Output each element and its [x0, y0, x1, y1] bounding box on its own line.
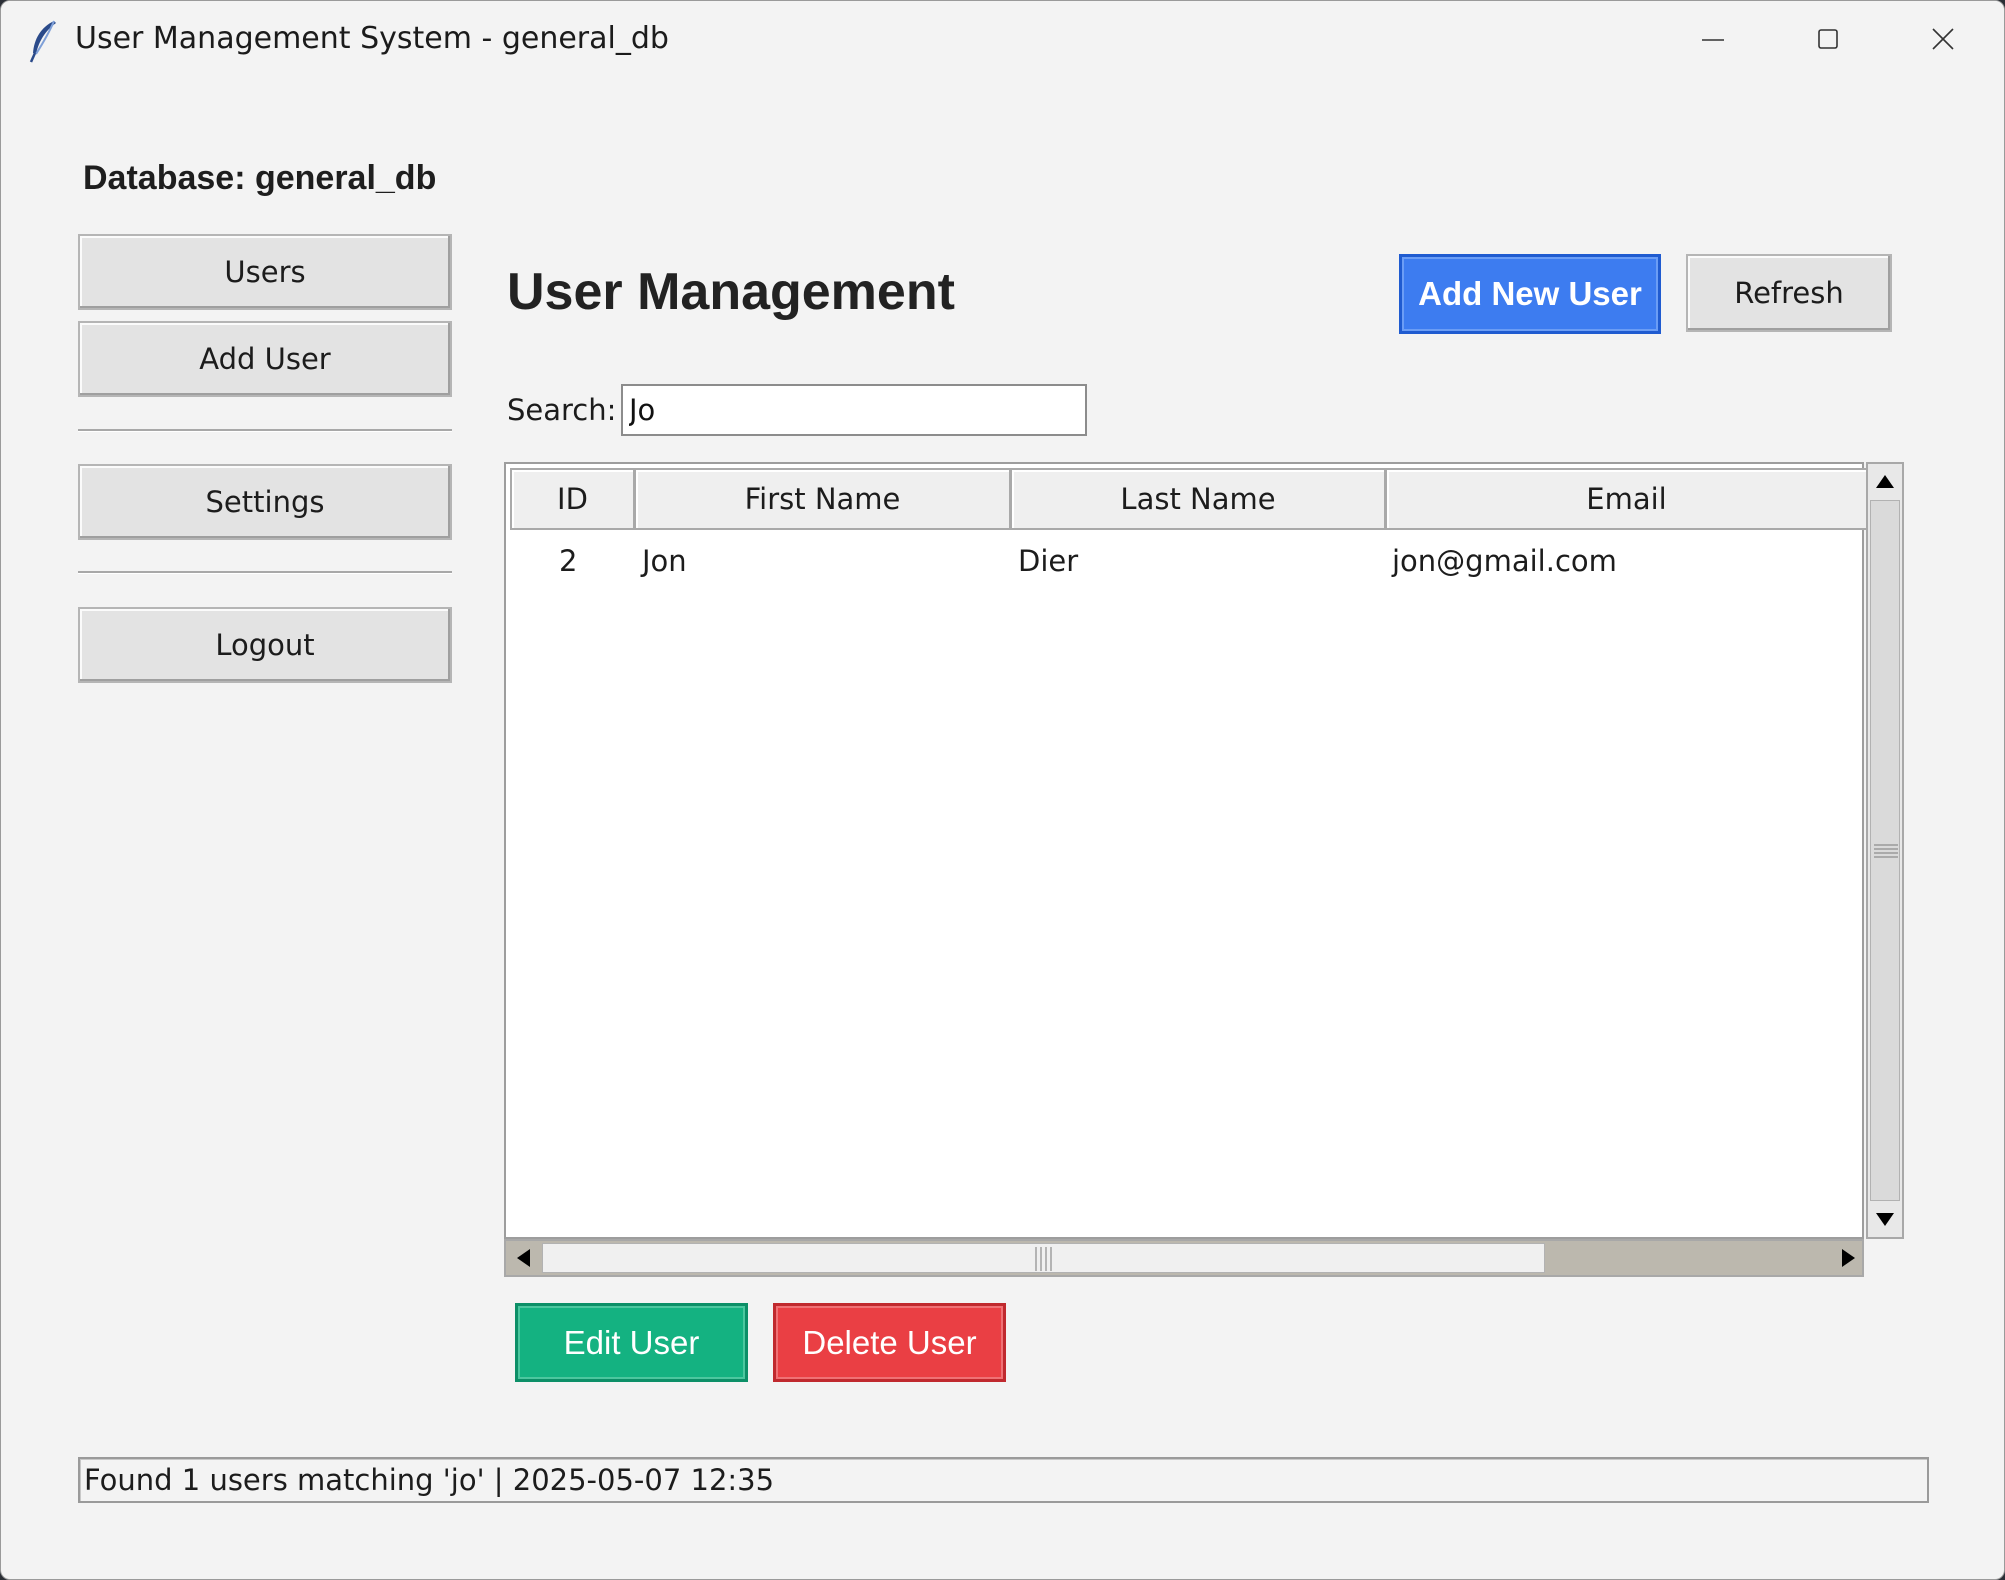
- window-title: User Management System - general_db: [75, 21, 669, 56]
- page-title: User Management: [507, 263, 955, 321]
- search-label: Search:: [507, 393, 617, 427]
- scroll-right-arrow-icon[interactable]: [1838, 1247, 1858, 1269]
- horizontal-scrollbar[interactable]: [504, 1239, 1864, 1277]
- column-header-last-name[interactable]: Last Name: [1010, 468, 1386, 530]
- users-button[interactable]: Users: [78, 234, 452, 310]
- grip-icon: [1874, 844, 1898, 858]
- minimize-button[interactable]: [1658, 1, 1768, 79]
- column-header-first-name[interactable]: First Name: [634, 468, 1011, 530]
- scroll-left-arrow-icon[interactable]: [514, 1247, 534, 1269]
- grip-icon: [1035, 1247, 1052, 1271]
- close-icon: [1932, 28, 1954, 50]
- logout-button[interactable]: Logout: [78, 607, 452, 683]
- database-label: Database: general_db: [83, 159, 437, 197]
- edit-user-button[interactable]: Edit User: [515, 1303, 748, 1382]
- add-new-user-button[interactable]: Add New User: [1399, 254, 1661, 334]
- vertical-scrollbar[interactable]: [1866, 462, 1904, 1239]
- search-input[interactable]: [621, 384, 1087, 436]
- column-header-id[interactable]: ID: [510, 468, 635, 530]
- refresh-button[interactable]: Refresh: [1686, 254, 1892, 332]
- delete-user-button[interactable]: Delete User: [773, 1303, 1006, 1382]
- sidebar-divider: [78, 571, 452, 574]
- scroll-up-arrow-icon[interactable]: [1874, 472, 1896, 492]
- sidebar-divider: [78, 429, 452, 432]
- maximize-icon: [1818, 29, 1838, 49]
- app-window: User Management System - general_db Data…: [0, 0, 2005, 1580]
- title-bar[interactable]: User Management System - general_db: [1, 1, 2004, 79]
- vertical-scroll-thumb[interactable]: [1870, 500, 1900, 1201]
- users-table[interactable]: ID First Name Last Name Email 2 Jon Dier…: [504, 462, 1866, 1239]
- close-button[interactable]: [1888, 1, 1998, 79]
- add-user-button[interactable]: Add User: [78, 321, 452, 397]
- cell-email: jon@gmail.com: [1392, 544, 1617, 578]
- horizontal-scroll-thumb[interactable]: [542, 1243, 1545, 1273]
- column-header-email[interactable]: Email: [1385, 468, 1866, 530]
- status-bar: Found 1 users matching 'jo' | 2025-05-07…: [78, 1457, 1929, 1503]
- scroll-down-arrow-icon[interactable]: [1874, 1209, 1896, 1229]
- settings-button[interactable]: Settings: [78, 464, 452, 540]
- maximize-button[interactable]: [1773, 1, 1883, 79]
- cell-last-name: Dier: [1018, 544, 1079, 578]
- cell-id: 2: [559, 544, 578, 578]
- cell-first-name: Jon: [642, 544, 687, 578]
- minimize-icon: [1702, 39, 1724, 41]
- feather-icon: [27, 19, 61, 63]
